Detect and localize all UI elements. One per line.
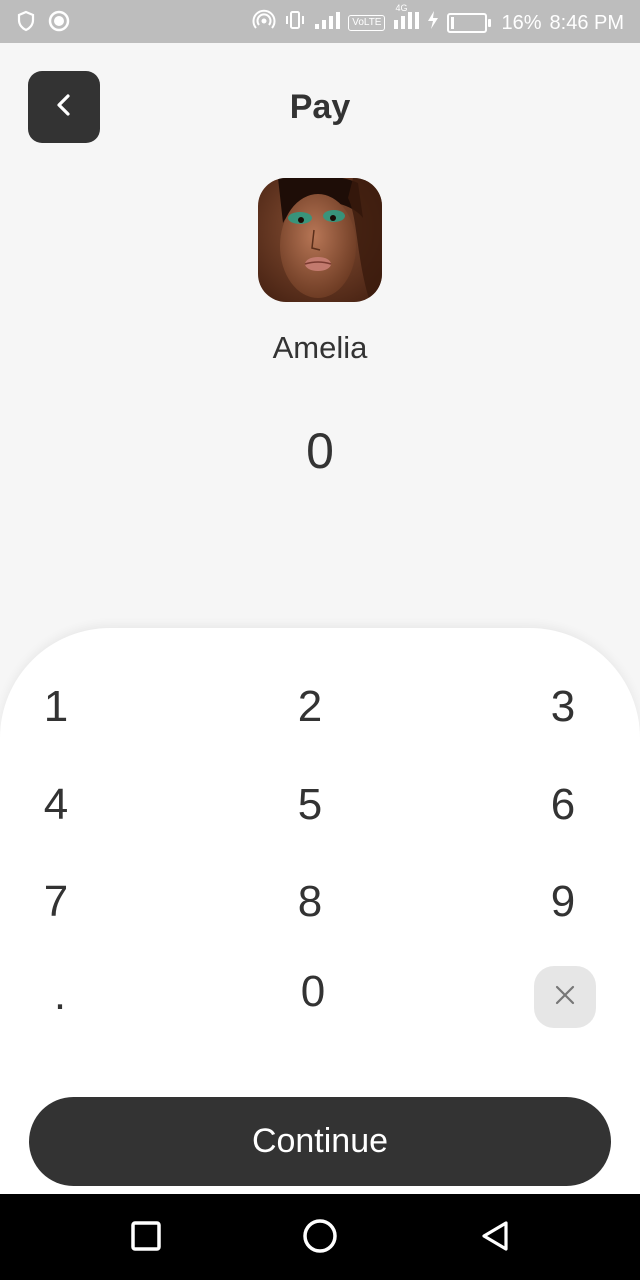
key-5[interactable]: 5: [250, 765, 370, 845]
status-right: VoLTE 4G 16% 8:46 PM: [252, 3, 624, 37]
system-nav-bar: [0, 1194, 640, 1280]
status-time: 8:46 PM: [549, 11, 624, 34]
continue-button[interactable]: Continue: [29, 1097, 611, 1186]
key-4[interactable]: 4: [0, 765, 116, 845]
key-9[interactable]: 9: [503, 862, 623, 942]
signal-4g-icon: 4G: [393, 3, 420, 36]
signal-icon: [314, 10, 341, 36]
key-decimal[interactable]: .: [0, 955, 120, 1035]
avatar: [258, 178, 382, 302]
close-icon: [554, 984, 576, 1011]
back-triangle-icon: [480, 1220, 512, 1257]
battery-fill: [451, 17, 455, 29]
page-title: Pay: [289, 88, 351, 126]
status-bar: VoLTE 4G 16% 8:46 PM: [0, 0, 640, 43]
system-back-button[interactable]: [472, 1214, 520, 1262]
key-1[interactable]: 1: [0, 667, 116, 747]
recent-apps-button[interactable]: [122, 1214, 170, 1262]
battery-icon: [447, 13, 492, 33]
key-8[interactable]: 8: [250, 862, 370, 942]
delete-key[interactable]: [534, 966, 596, 1028]
recipient-name: Amelia: [272, 330, 368, 365]
volte-icon: VoLTE: [348, 15, 386, 31]
home-button[interactable]: [296, 1214, 344, 1262]
charging-icon: [427, 10, 439, 36]
hotspot-icon: [252, 9, 276, 37]
amount-display: 0: [306, 423, 334, 479]
key-7[interactable]: 7: [0, 862, 116, 942]
key-2[interactable]: 2: [250, 667, 370, 747]
network-type-label: 4G: [395, 3, 408, 13]
avatar-photo: [258, 178, 382, 302]
key-3[interactable]: 3: [503, 667, 623, 747]
recent-apps-icon: [130, 1220, 162, 1257]
vibrate-icon: [284, 9, 306, 37]
home-icon: [302, 1218, 338, 1259]
battery-percent: 16%: [501, 11, 542, 34]
key-0[interactable]: 0: [253, 952, 373, 1032]
key-6[interactable]: 6: [503, 765, 623, 845]
shield-icon: [16, 10, 36, 37]
record-icon: [48, 10, 70, 37]
status-left: [16, 10, 70, 37]
